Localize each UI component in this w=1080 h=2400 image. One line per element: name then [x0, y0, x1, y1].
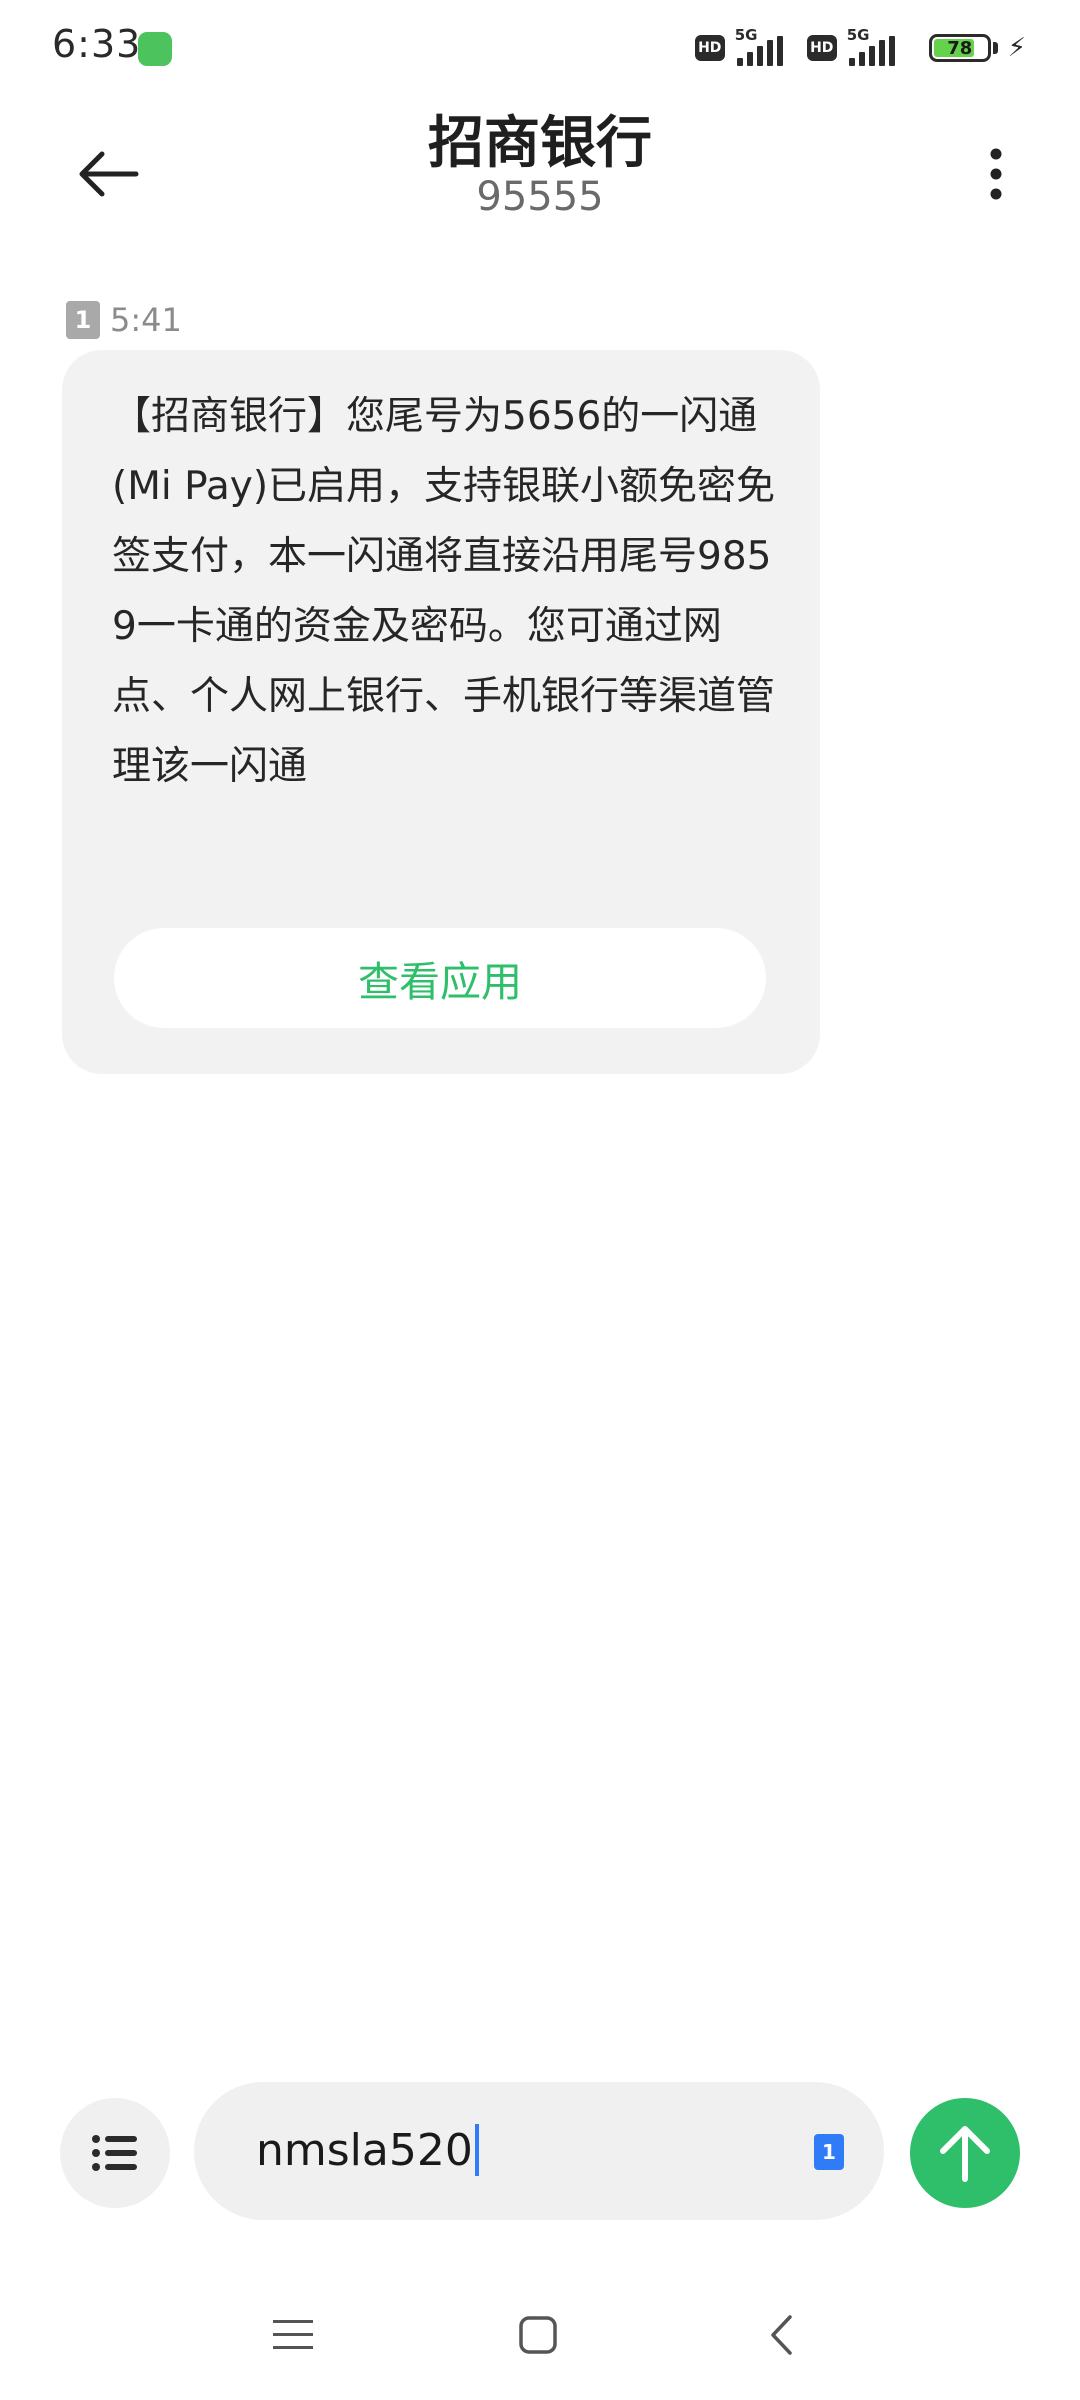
contact-number: 95555 [476, 174, 604, 220]
signal-strength-icon [848, 36, 895, 66]
status-bar: 6:33 HD 5G HD 5G 78 ⚡ [0, 0, 1080, 96]
view-app-button[interactable]: 查看应用 [114, 928, 766, 1028]
message-bubble[interactable]: 【招商银行】您尾号为5656的一闪通(Mi Pay)已启用，支持银联小额免密免签… [62, 350, 820, 1074]
message-text: 【招商银行】您尾号为5656的一闪通(Mi Pay)已启用，支持银联小额免密免签… [112, 394, 776, 789]
message-input[interactable]: nmsla520 1 [194, 2082, 884, 2220]
more-vertical-icon [990, 148, 1002, 200]
more-options-button[interactable] [948, 126, 1044, 222]
battery-level: 78 [947, 37, 973, 59]
signal-group-2: 5G [845, 26, 911, 68]
charging-bolt-icon: ⚡ [1007, 33, 1026, 63]
message-input-value: nmsla520 [256, 2124, 473, 2176]
nav-home-button[interactable] [503, 2300, 573, 2370]
menu-lines-icon [273, 2320, 313, 2349]
sim-select-button[interactable]: 1 [814, 2134, 844, 2170]
arrow-up-icon [940, 2126, 990, 2182]
composer-menu-button[interactable] [60, 2098, 170, 2208]
status-time: 6:33 [52, 22, 142, 66]
conversation-header: 招商银行 95555 [0, 96, 1080, 236]
nav-back-button[interactable] [746, 2300, 816, 2370]
signal-group-1: 5G [733, 26, 799, 68]
battery-tip [992, 42, 998, 54]
chevron-left-icon [771, 2315, 792, 2355]
status-indicators: HD 5G HD 5G 78 ⚡ [694, 26, 1026, 70]
sim-slot-badge: 1 [66, 301, 100, 339]
contact-name: 招商银行 [428, 111, 652, 176]
hd-badge: HD [694, 35, 725, 61]
text-caret [474, 2124, 479, 2176]
send-button[interactable] [910, 2098, 1020, 2208]
signal-strength-icon [736, 36, 783, 66]
nav-recents-button[interactable] [258, 2300, 328, 2370]
hd-badge: HD [806, 35, 837, 61]
notification-app-icon [138, 32, 172, 66]
battery-icon: 78 [928, 34, 991, 62]
messages-screen: 6:33 HD 5G HD 5G 78 ⚡ 招商银行 95555 1 5:41 … [0, 0, 1080, 2400]
square-icon [519, 2316, 557, 2354]
system-nav-bar [0, 2290, 1080, 2380]
message-meta: 1 5:41 [66, 300, 182, 340]
list-icon [92, 2135, 137, 2171]
message-input-text: nmsla520 [256, 2124, 479, 2176]
message-time: 5:41 [110, 301, 182, 339]
